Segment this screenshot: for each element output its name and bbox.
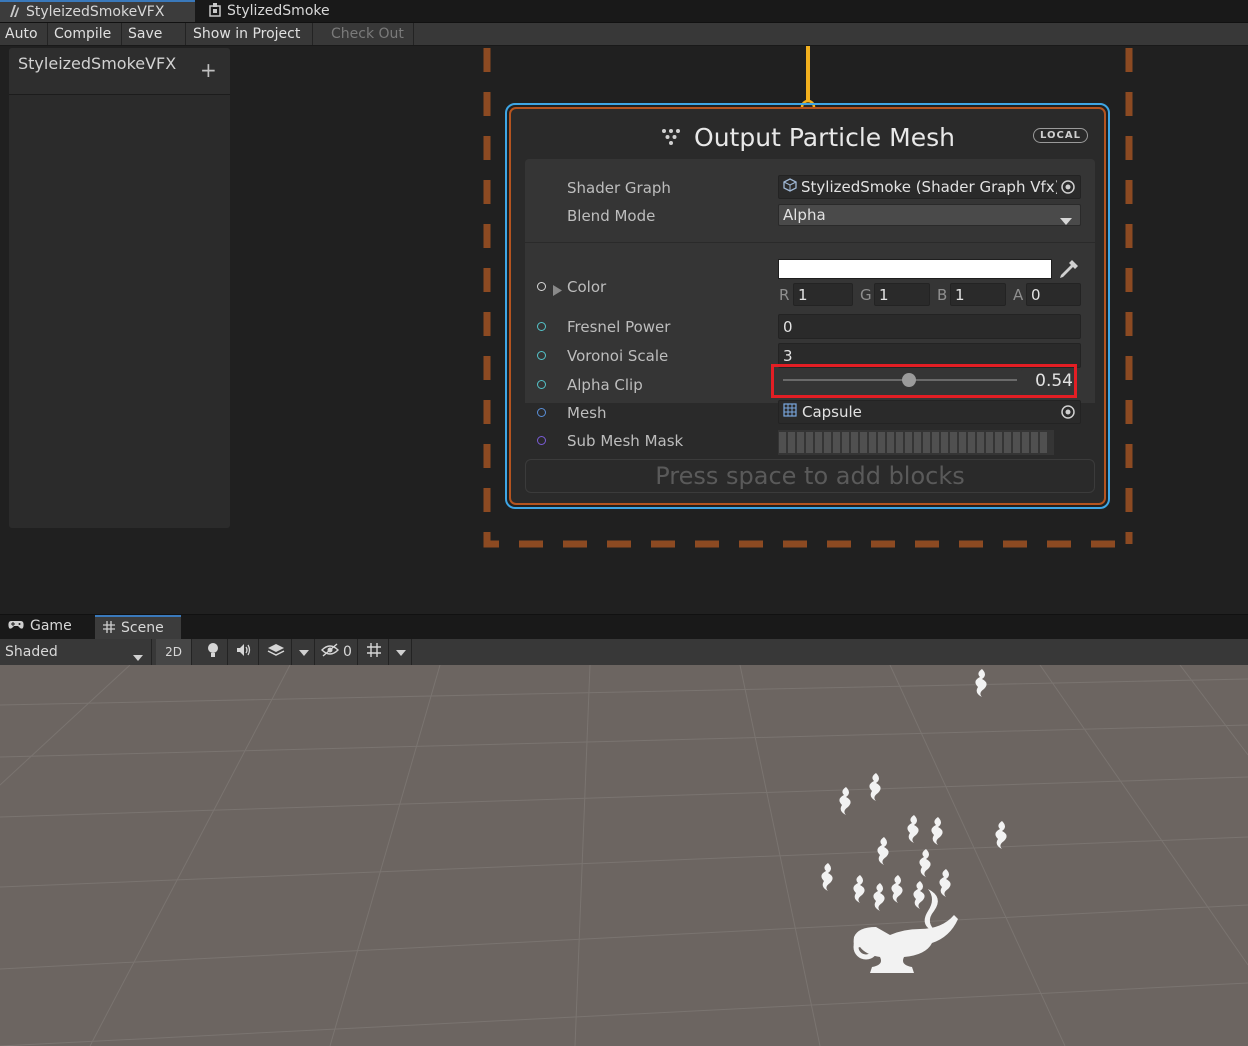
add-blocks-hint[interactable]: Press space to add blocks <box>525 459 1095 493</box>
editor-tab-bar: StyleizedSmokeVFX StylizedSmoke <box>0 0 1248 23</box>
2d-toggle[interactable]: 2D <box>156 639 192 665</box>
blend-mode-dropdown[interactable]: Alpha <box>778 204 1081 226</box>
sub-mesh-mask-bitfield[interactable] <box>778 430 1054 455</box>
voronoi-scale-label: Voronoi Scale <box>567 347 669 365</box>
tab-shader-graph[interactable]: StylizedSmoke <box>201 0 351 22</box>
tab-game-label: Game <box>30 618 72 634</box>
audio-toggle[interactable] <box>229 639 259 665</box>
shader-graph-field[interactable]: StylizedSmoke (Shader Graph Vfx) <box>778 175 1081 199</box>
lighting-toggle[interactable] <box>198 639 228 665</box>
scene-toolbar: Shaded 2D 0 <box>0 639 1248 666</box>
mesh-value: Capsule <box>802 403 862 421</box>
vfx-graph-canvas[interactable]: StyleizedSmokeVFX + Output Particle Mesh… <box>0 46 1248 613</box>
node-body: Output Particle Mesh LOCAL Shader Graph … <box>509 107 1106 505</box>
fresnel-power-port[interactable] <box>537 322 546 331</box>
hidden-objects-toggle[interactable]: 0 <box>316 639 358 665</box>
mesh-field[interactable]: Capsule <box>778 400 1081 424</box>
expand-arrow-icon[interactable] <box>553 281 562 300</box>
effects-chevron-icon <box>298 644 309 660</box>
grid-hash-icon <box>103 620 115 636</box>
a-channel-field[interactable]: 0 <box>1026 283 1081 306</box>
g-channel-field[interactable]: 1 <box>874 283 930 306</box>
color-input-port[interactable] <box>537 282 546 291</box>
mesh-grid-icon <box>783 403 797 421</box>
sub-mesh-mask-label: Sub Mesh Mask <box>567 432 684 450</box>
auto-button[interactable]: Auto <box>0 23 48 45</box>
tab-scene[interactable]: Scene <box>95 615 181 639</box>
chevron-down-icon <box>1060 212 1072 230</box>
gamepad-icon <box>8 619 24 633</box>
sub-mesh-mask-port[interactable] <box>537 436 546 445</box>
effects-menu-button[interactable] <box>293 639 315 665</box>
node-properties: Color R 1 G 1 B 1 A 0 Fresnel Power 0 Vo… <box>525 243 1095 424</box>
fresnel-power-field[interactable]: 0 <box>778 314 1081 339</box>
tab-vfx-graph[interactable]: StyleizedSmokeVFX <box>0 0 195 22</box>
check-out-button[interactable]: Check Out <box>326 23 414 45</box>
compile-button[interactable]: Compile <box>49 23 122 45</box>
show-in-project-button[interactable]: Show in Project <box>188 23 313 45</box>
shader-graph-value: StylizedSmoke (Shader Graph Vfx) <box>801 178 1057 196</box>
grid-chevron-icon <box>395 644 406 660</box>
grid-toggle[interactable] <box>359 639 389 665</box>
shader-graph-label: Shader Graph <box>567 179 671 197</box>
smoke-particle-effect <box>821 669 1007 973</box>
tab-shader-graph-label: StylizedSmoke <box>227 3 330 19</box>
tab-vfx-graph-label: StyleizedSmokeVFX <box>26 4 165 20</box>
grid-snap-icon <box>366 642 382 662</box>
shader-graph-icon <box>209 2 221 20</box>
color-label: Color <box>567 278 607 296</box>
eyedropper-icon[interactable] <box>1056 258 1080 286</box>
a-channel-label: A <box>1013 286 1024 304</box>
draw-mode-chevron-icon <box>133 649 143 665</box>
node-title: Output Particle Mesh <box>694 123 955 152</box>
draw-mode-value: Shaded <box>5 644 58 660</box>
alpha-clip-label: Alpha Clip <box>567 376 643 394</box>
g-channel-label: G <box>860 286 872 304</box>
voronoi-scale-port[interactable] <box>537 351 546 360</box>
node-settings: Shader Graph StylizedSmoke (Shader Graph… <box>525 159 1095 242</box>
shader-graph-asset-icon <box>783 178 797 196</box>
alpha-clip-port[interactable] <box>537 380 546 389</box>
save-button[interactable]: Save <box>123 23 186 45</box>
tab-scene-label: Scene <box>121 620 164 636</box>
tab-game[interactable]: Game <box>0 615 92 637</box>
mesh-port[interactable] <box>537 408 546 417</box>
object-picker-icon[interactable] <box>1060 179 1076 199</box>
grid-menu-button[interactable] <box>390 639 412 665</box>
scene-viewport[interactable] <box>0 665 1248 1046</box>
r-channel-label: R <box>779 286 790 304</box>
speaker-icon <box>236 643 252 661</box>
effects-toggle[interactable] <box>260 639 292 665</box>
color-swatch[interactable] <box>778 259 1052 279</box>
sub-mesh-mask-bits[interactable] <box>778 430 1054 455</box>
eye-slash-icon <box>321 643 340 661</box>
output-particle-mesh-node[interactable]: Output Particle Mesh LOCAL Shader Graph … <box>505 103 1110 509</box>
vfx-graph-icon <box>8 4 20 21</box>
blend-mode-label: Blend Mode <box>567 207 656 225</box>
layers-icon <box>267 643 285 661</box>
vfx-toolbar: Auto Compile Save Show in Project Check … <box>0 23 1248 46</box>
b-channel-label: B <box>937 286 948 304</box>
local-space-badge[interactable]: LOCAL <box>1033 128 1088 143</box>
draw-mode-dropdown[interactable]: Shaded <box>0 639 152 665</box>
fresnel-power-label: Fresnel Power <box>567 318 671 336</box>
scene-tab-bar: Game Scene <box>0 614 1248 639</box>
lightbulb-icon <box>207 642 219 662</box>
highlight-box <box>771 364 1077 398</box>
mesh-label: Mesh <box>567 404 607 422</box>
r-channel-field[interactable]: 1 <box>793 283 853 306</box>
b-channel-field[interactable]: 1 <box>950 283 1006 306</box>
mesh-object-picker-icon[interactable] <box>1060 404 1076 424</box>
hidden-count: 0 <box>343 644 352 660</box>
scene-grid <box>0 665 1248 1046</box>
blend-mode-value: Alpha <box>783 206 826 224</box>
